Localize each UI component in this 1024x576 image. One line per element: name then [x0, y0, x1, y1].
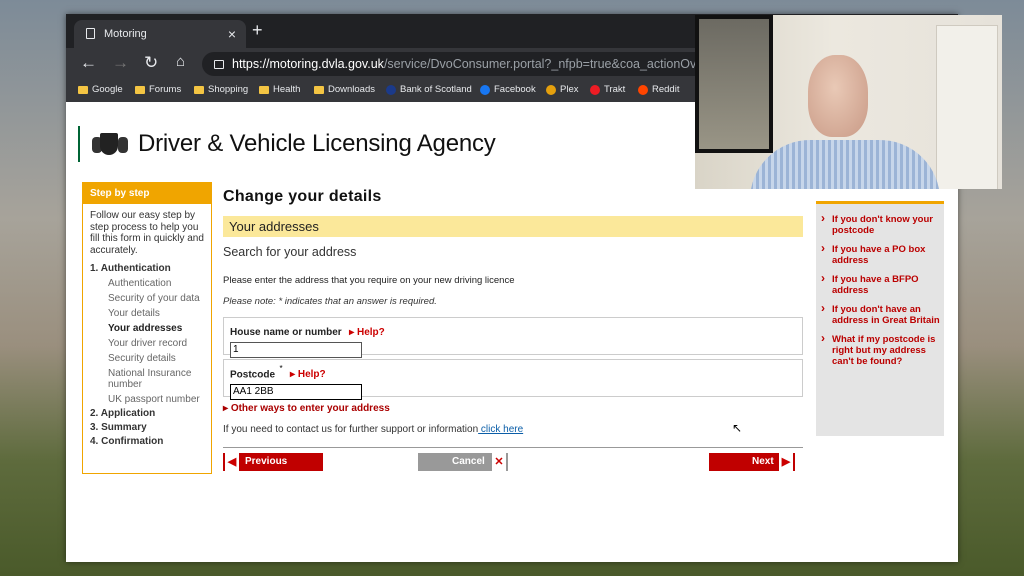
substep-passport-number: UK passport number: [108, 394, 200, 405]
bookmark-forums[interactable]: Forums: [135, 84, 181, 95]
trakt-icon: [590, 84, 600, 95]
presenter-face: [808, 55, 868, 137]
main-form: Change your details Your addresses Searc…: [223, 188, 803, 478]
bookmark-plex[interactable]: Plex: [546, 84, 578, 95]
help-link-bfpo[interactable]: If you have a BFPO address: [816, 273, 944, 296]
required-note: Please note: * indicates that an answer …: [223, 296, 437, 307]
substep-your-details: Your details: [108, 308, 160, 319]
agency-name: Driver & Vehicle Licensing Agency: [138, 130, 496, 157]
mouse-cursor-icon: ↖: [732, 421, 743, 435]
dvla-logo: Driver & Vehicle Licensing Agency: [78, 126, 496, 162]
help-link-po-box[interactable]: If you have a PO box address: [816, 243, 944, 266]
reddit-icon: [638, 84, 648, 95]
sidebar-title: Step by step: [83, 183, 211, 204]
house-field-group: House name or number ▸ Help? 1: [223, 317, 803, 358]
previous-button[interactable]: ◀ Previous: [223, 453, 323, 471]
house-help-link[interactable]: ▸ Help?: [349, 327, 385, 338]
url-path: /service/DvoConsumer.portal?_nfpb=true&c…: [383, 57, 722, 71]
bookmark-facebook[interactable]: Facebook: [480, 84, 536, 95]
sidebar-intro: Follow our easy step by step process to …: [90, 210, 204, 256]
page-title: Change your details: [223, 188, 382, 205]
webcam-overlay: [695, 15, 1002, 189]
lock-icon: [214, 60, 224, 69]
step-confirmation: 4. Confirmation: [90, 436, 164, 447]
contact-text: If you need to contact us for further su…: [223, 424, 524, 435]
reload-icon[interactable]: ↻: [144, 53, 158, 73]
bookmark-shopping[interactable]: Shopping: [194, 84, 248, 95]
house-label: House name or number: [230, 327, 342, 338]
bookmark-reddit[interactable]: Reddit: [638, 84, 679, 95]
button-row: ◀ Previous Cancel ✕ Next ▶: [223, 447, 803, 478]
substep-driver-record: Your driver record: [108, 338, 188, 349]
help-link-no-postcode[interactable]: If you don't know your postcode: [816, 213, 944, 236]
bookmark-health[interactable]: Health: [259, 84, 300, 95]
browser-tab[interactable]: Motoring ×: [74, 20, 246, 48]
picture-frame: [695, 15, 773, 153]
facebook-icon: [480, 84, 490, 95]
help-link-outside-gb[interactable]: If you don't have an address in Great Br…: [816, 303, 944, 326]
bookmark-google[interactable]: Google: [78, 84, 123, 95]
presenter-shirt: [750, 140, 940, 189]
folder-icon: [314, 85, 324, 94]
bookmark-downloads[interactable]: Downloads: [314, 84, 375, 95]
substep-security-details: Security details: [108, 353, 176, 364]
postcode-help-link[interactable]: ▸ Help?: [290, 369, 326, 380]
close-tab-icon[interactable]: ×: [228, 26, 236, 42]
substep-security-of-data: Security of your data: [108, 293, 200, 304]
home-icon[interactable]: ⌂: [176, 53, 185, 70]
required-asterisk: *: [279, 364, 283, 373]
substep-authentication: Authentication: [108, 278, 172, 289]
url-host: https://motoring.dvla.gov.uk: [232, 57, 384, 71]
postcode-label: Postcode: [230, 369, 276, 381]
folder-icon: [194, 85, 204, 94]
bank-icon: [386, 84, 396, 95]
step-summary: 3. Summary: [90, 422, 147, 433]
substep-national-insurance: National Insurance number: [108, 368, 192, 390]
folder-icon: [135, 85, 145, 94]
postcode-field-group: Postcode * ▸ Help? AA1 2BB: [223, 359, 803, 401]
help-panel: If you don't know your postcode If you h…: [816, 201, 944, 436]
cancel-button[interactable]: Cancel ✕: [418, 453, 508, 471]
help-link-postcode-not-found[interactable]: What if my postcode is right but my addr…: [816, 333, 944, 367]
postcode-input[interactable]: AA1 2BB: [230, 384, 362, 401]
house-number-input[interactable]: 1: [230, 342, 362, 358]
tab-title: Motoring: [104, 28, 147, 40]
other-ways-link[interactable]: ▸ Other ways to enter your address: [223, 403, 803, 414]
background-door: [936, 25, 998, 189]
step-by-step-sidebar: Step by step Follow our easy step by ste…: [82, 182, 212, 474]
bookmark-trakt[interactable]: Trakt: [590, 84, 625, 95]
step-application: 2. Application: [90, 408, 156, 419]
royal-crest-icon: [90, 127, 128, 161]
next-button[interactable]: Next ▶: [709, 453, 795, 471]
bookmark-bank-of-scotland[interactable]: Bank of Scotland: [386, 84, 472, 95]
back-icon[interactable]: ←: [80, 53, 97, 73]
folder-icon: [259, 85, 269, 94]
step-authentication: 1. Authentication: [90, 263, 171, 274]
arrow-left-icon: ◀: [225, 453, 239, 471]
document-icon: [86, 28, 95, 39]
substep-your-addresses: Your addresses: [108, 323, 183, 334]
section-heading: Your addresses: [223, 216, 803, 237]
click-here-link[interactable]: click here: [478, 424, 523, 435]
plex-icon: [546, 84, 556, 95]
section-subtitle: Search for your address: [223, 245, 357, 259]
new-tab-icon[interactable]: +: [252, 20, 263, 41]
close-icon: ✕: [492, 453, 506, 471]
instruction-text: Please enter the address that you requir…: [223, 275, 515, 286]
folder-icon: [78, 85, 88, 94]
arrow-right-icon: ▶: [779, 453, 793, 471]
forward-icon[interactable]: →: [112, 53, 129, 73]
